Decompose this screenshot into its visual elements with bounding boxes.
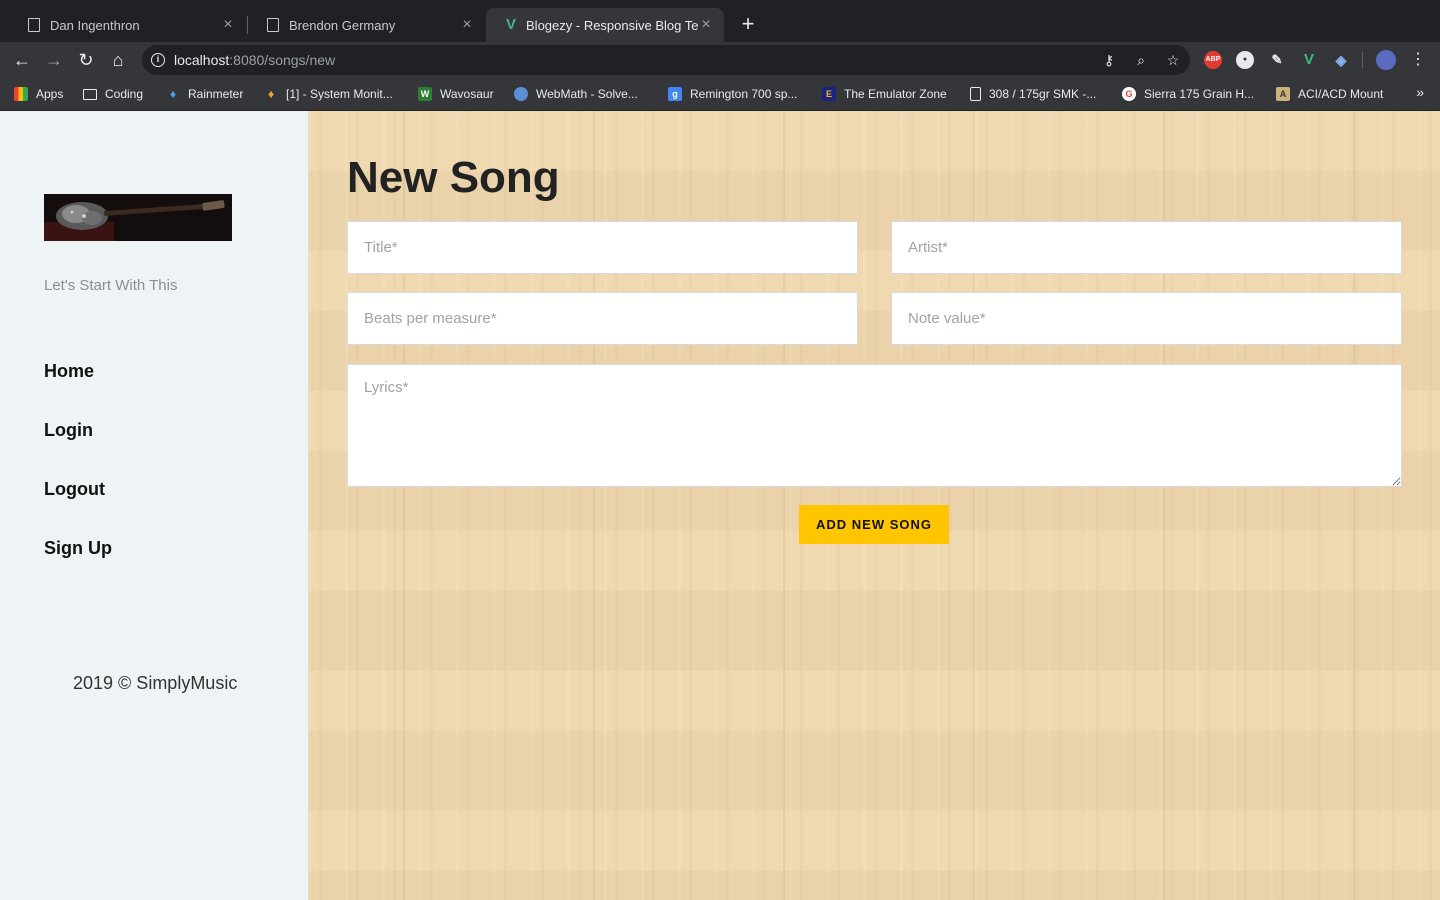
title-input[interactable] — [347, 221, 858, 274]
toolbar-divider — [1362, 52, 1363, 68]
tab-title: Dan Ingenthron — [50, 17, 140, 33]
eyedropper-icon[interactable]: ✎ — [1268, 51, 1286, 69]
bookmark-label: Rainmeter — [188, 87, 244, 101]
nav-login[interactable]: Login — [44, 420, 93, 441]
google-g-icon: g — [668, 87, 682, 101]
new-tab-button[interactable]: + — [736, 12, 760, 36]
shield-icon[interactable]: ◈ — [1332, 51, 1350, 69]
google-icon: G — [1122, 87, 1136, 101]
drop-icon: ♦ — [169, 87, 177, 101]
forward-arrow-icon[interactable]: → — [42, 48, 66, 72]
document-icon — [267, 18, 279, 32]
bookmark-label: Coding — [105, 87, 144, 101]
bookmark-label: [1] - System Monit... — [286, 87, 393, 101]
beats-per-measure-input[interactable] — [347, 292, 858, 345]
back-arrow-icon[interactable]: ← — [10, 48, 34, 72]
main-content: New Song ADD NEW SONG — [308, 111, 1440, 900]
note-value-input[interactable] — [891, 292, 1402, 345]
page-title: New Song — [347, 153, 560, 202]
bookmark-webmath[interactable]: WebMath - Solve... — [514, 84, 638, 104]
bookmark-label: Sierra 175 Grain H... — [1144, 87, 1255, 101]
menu-dots-icon[interactable]: ⋮ — [1406, 48, 1430, 72]
bookmark-label: 308 / 175gr SMK -... — [989, 87, 1097, 101]
url-host: localhost — [174, 52, 230, 68]
globe-icon — [514, 87, 528, 101]
url-text[interactable]: localhost:8080/songs/new — [174, 52, 335, 68]
add-new-song-button[interactable]: ADD NEW SONG — [799, 505, 949, 544]
artist-input[interactable] — [891, 221, 1402, 274]
bookmark-label: Remington 700 sp... — [690, 87, 798, 101]
guitar-logo[interactable] — [44, 194, 232, 241]
bookmark-system-monitor[interactable]: ♦ [1] - System Monit... — [264, 84, 393, 104]
nav-sign-up[interactable]: Sign Up — [44, 538, 112, 559]
extension-circle-icon[interactable]: ● — [1236, 51, 1254, 69]
close-icon[interactable]: × — [698, 17, 714, 33]
zoom-icon[interactable]: ⌕ — [1132, 51, 1150, 69]
lyrics-textarea[interactable] — [347, 364, 1402, 487]
bookmark-label: Apps — [36, 87, 64, 101]
tab-dan-ingenthron[interactable]: Dan Ingenthron × — [8, 8, 246, 42]
tab-brendon-germany[interactable]: Brendon Germany × — [247, 8, 485, 42]
reload-icon[interactable]: ↻ — [74, 48, 98, 72]
chevron-right-double-icon[interactable]: » — [1416, 84, 1424, 100]
vue-icon: V — [506, 16, 517, 33]
tagline: Let's Start With This — [44, 277, 178, 294]
close-icon[interactable]: × — [459, 17, 475, 33]
profile-avatar[interactable] — [1376, 50, 1396, 70]
home-icon[interactable]: ⌂ — [106, 48, 130, 72]
bookmark-apps[interactable]: Apps — [14, 84, 63, 104]
bookmark-label: WebMath - Solve... — [536, 87, 638, 101]
close-icon[interactable]: × — [220, 17, 236, 33]
nav-logout[interactable]: Logout — [44, 479, 105, 500]
bookmark-aci-mount[interactable]: A ACI/ACD Mount — [1276, 84, 1383, 104]
folder-icon — [83, 88, 97, 100]
browser-toolbar: ← → ↻ ⌂ i localhost:8080/songs/new ⚷ ⌕ ☆… — [0, 42, 1440, 78]
tab-title: Brendon Germany — [289, 17, 396, 33]
bookmark-remington[interactable]: g Remington 700 sp... — [668, 84, 797, 104]
bookmark-label: Wavosaur — [440, 87, 494, 101]
bookmark-emulator-zone[interactable]: E The Emulator Zone — [822, 84, 947, 104]
star-icon[interactable]: ☆ — [1164, 51, 1182, 69]
info-icon[interactable]: i — [151, 53, 165, 67]
bookmark-label: The Emulator Zone — [844, 87, 947, 101]
wavosaur-icon: W — [418, 87, 432, 101]
bookmarks-bar: Apps Coding ♦ Rainmeter ♦ [1] - System Mon… — [0, 78, 1440, 111]
bookmark-308-smk[interactable]: 308 / 175gr SMK -... — [970, 84, 1096, 104]
guitar-image — [44, 194, 232, 241]
tab-blogezy[interactable]: V Blogezy - Responsive Blog Template × — [486, 8, 724, 42]
sidebar: Let's Start With This Home Login Logout … — [0, 111, 308, 900]
tab-strip: Dan Ingenthron × Brendon Germany × V Blo… — [0, 0, 1440, 42]
vue-devtools-icon[interactable]: V — [1300, 51, 1318, 69]
emulator-icon: E — [822, 87, 836, 101]
bookmark-label: ACI/ACD Mount — [1298, 87, 1384, 101]
bookmark-wavosaur[interactable]: W Wavosaur — [418, 84, 494, 104]
footer-copyright: 2019 © SimplyMusic — [73, 673, 238, 693]
nav-home[interactable]: Home — [44, 361, 94, 382]
bookmark-rainmeter[interactable]: ♦ Rainmeter — [166, 84, 243, 104]
aci-icon: A — [1276, 87, 1290, 101]
bookmark-coding[interactable]: Coding — [83, 84, 143, 104]
url-path: :8080/songs/new — [229, 52, 336, 68]
tab-title: Blogezy - Responsive Blog Template — [526, 17, 698, 33]
document-icon — [970, 87, 981, 101]
drop-icon: ♦ — [267, 87, 275, 101]
key-icon[interactable]: ⚷ — [1100, 51, 1118, 69]
page: Let's Start With This Home Login Logout … — [0, 111, 1440, 900]
address-bar[interactable]: i localhost:8080/songs/new ⚷ ⌕ ☆ — [142, 45, 1190, 75]
apps-grid-icon — [14, 87, 28, 101]
bookmark-sierra[interactable]: G Sierra 175 Grain H... — [1122, 84, 1254, 104]
adblock-icon[interactable]: ABP — [1204, 51, 1222, 69]
document-icon — [28, 18, 40, 32]
